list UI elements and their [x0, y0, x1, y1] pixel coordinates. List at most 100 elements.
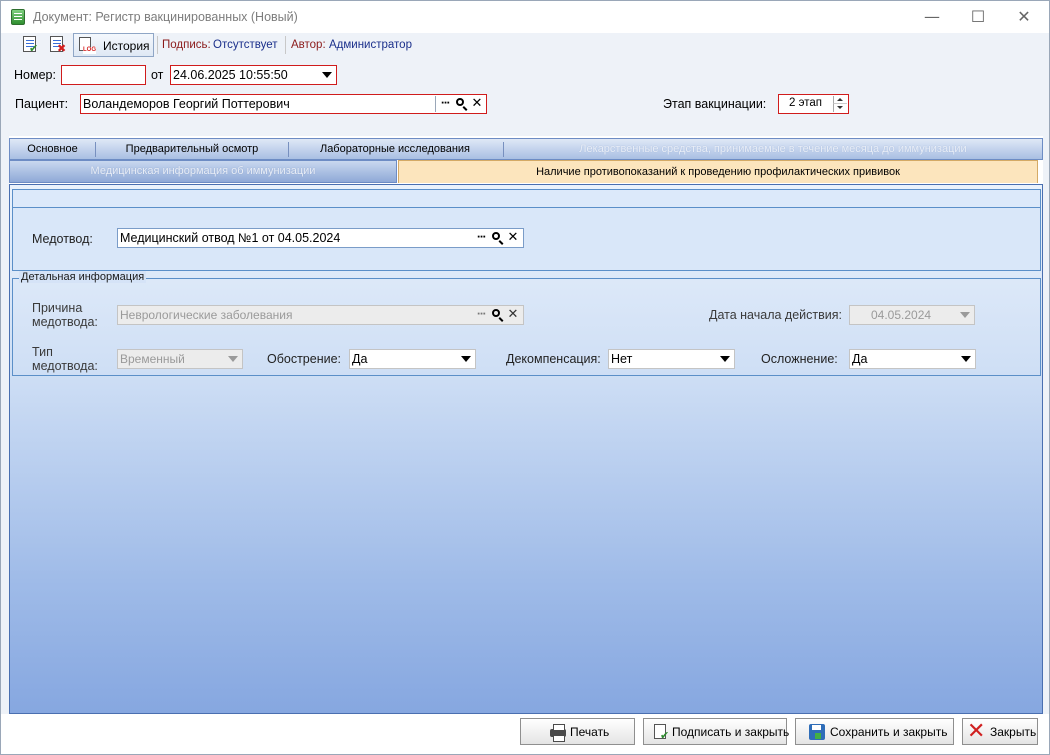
exacerbation-label: Обострение: — [267, 352, 342, 366]
start-date-value: 04.05.2024 — [871, 308, 932, 322]
patient-clear-button[interactable]: ✕ — [469, 96, 485, 112]
tab-row-2: Медицинская информация об иммунизации На… — [9, 160, 1043, 183]
print-button-label: Печать — [570, 725, 610, 739]
decompensation-label: Декомпенсация: — [506, 352, 601, 366]
toolbar: ✔ ✖ LOG История Подпись: Отсутствует Авт… — [9, 33, 1041, 57]
tab-immunization-info[interactable]: Медицинская информация об иммунизации — [9, 160, 397, 183]
vaccination-stage-spinner[interactable]: 2 этап — [778, 94, 849, 114]
chevron-down-icon — [228, 356, 238, 362]
close-window-button[interactable]: ✕ — [1001, 1, 1047, 33]
author-label: Автор: — [291, 39, 326, 51]
medotvod-field[interactable]: Медицинский отвод №1 от 04.05.2024 ··· ✕ — [117, 228, 524, 248]
chevron-down-icon — [322, 72, 332, 78]
log-icon: LOG — [79, 37, 96, 54]
search-icon — [492, 232, 500, 240]
reason-field[interactable]: Неврологические заболевания ··· ✕ — [117, 305, 524, 325]
complication-select[interactable]: Да — [849, 349, 976, 369]
app-document-icon — [11, 9, 25, 25]
check-icon: ✔ — [29, 42, 39, 55]
search-icon — [492, 309, 500, 317]
bottom-button-bar: Печать ✔ Подписать и закрыть Сохранить и… — [1, 714, 1049, 754]
unsign-document-button[interactable]: ✖ — [46, 34, 68, 56]
date-from-label: от — [151, 68, 164, 82]
exacerbation-value: Да — [352, 352, 368, 366]
decompensation-value: Нет — [611, 352, 633, 366]
maximize-button[interactable]: ☐ — [955, 1, 1001, 33]
reason-search-button[interactable] — [489, 307, 505, 323]
tab-medications[interactable]: Лекарственные средства, принимаемые в те… — [504, 139, 1042, 160]
start-date-label: Дата начала действия: — [709, 308, 842, 322]
patient-field[interactable]: Воландеморов Георгий Поттерович ··· ✕ — [80, 94, 487, 114]
toolbar-separator — [157, 36, 158, 54]
reason-label-line1: Причина — [32, 301, 83, 315]
title-bar: Документ: Регистр вакцинированных (Новый… — [1, 1, 1049, 33]
medotvod-value: Медицинский отвод №1 от 04.05.2024 — [120, 231, 341, 245]
close-button-label: Закрыть — [990, 725, 1037, 739]
medotvod-clear-button[interactable]: ✕ — [505, 230, 521, 246]
tab-preliminary-exam[interactable]: Предварительный осмотр — [96, 139, 288, 160]
date-time-value: 24.06.2025 10:55:50 — [173, 68, 288, 82]
sign-and-close-button[interactable]: ✔ Подписать и закрыть — [643, 718, 790, 745]
minimize-button[interactable]: — — [909, 1, 955, 33]
print-button[interactable]: Печать — [520, 718, 635, 745]
medotvod-select-button[interactable]: ··· — [473, 230, 489, 246]
medotvod-label: Медотвод: — [32, 232, 93, 246]
reason-label-line2: медотвода: — [32, 315, 98, 329]
spin-up-button[interactable] — [833, 96, 847, 104]
cross-icon: ✖ — [57, 42, 67, 55]
reason-clear-button[interactable]: ✕ — [505, 307, 521, 323]
type-value: Временный — [120, 352, 185, 366]
spin-down-button[interactable] — [833, 104, 847, 112]
patient-value: Воландеморов Георгий Поттерович — [83, 97, 290, 111]
window-title: Документ: Регистр вакцинированных (Новый… — [33, 10, 298, 24]
reason-value: Неврологические заболевания — [120, 308, 293, 322]
start-date-dropdown[interactable] — [957, 307, 973, 323]
search-icon — [456, 98, 464, 106]
details-group-title: Детальная информация — [19, 271, 147, 283]
chevron-down-icon — [961, 356, 971, 362]
type-dropdown[interactable] — [225, 351, 241, 367]
tab-lab-tests[interactable]: Лабораторные исследования — [289, 139, 501, 160]
number-label: Номер: — [14, 68, 56, 82]
decompensation-select[interactable]: Нет — [608, 349, 735, 369]
document-window: Документ: Регистр вакцинированных (Новый… — [0, 0, 1050, 755]
tab-main[interactable]: Основное — [10, 139, 95, 160]
printer-icon — [549, 723, 567, 742]
history-button-label: История — [103, 39, 150, 53]
chevron-down-icon — [720, 356, 730, 362]
reason-select-button[interactable]: ··· — [473, 307, 489, 323]
exacerbation-dropdown[interactable] — [458, 351, 474, 367]
close-button[interactable]: ✕ Закрыть — [962, 718, 1038, 745]
medotvod-search-button[interactable] — [489, 230, 505, 246]
type-label-line1: Тип — [32, 345, 53, 359]
complication-dropdown[interactable] — [958, 351, 974, 367]
tab-bar: Основное Предварительный осмотр Лаборато… — [9, 136, 1043, 184]
complication-value: Да — [852, 352, 868, 366]
start-date-picker[interactable]: 04.05.2024 — [849, 305, 975, 325]
chevron-down-icon — [960, 312, 970, 318]
medotvod-strip: Медотвод: Медицинский отвод №1 от 04.05.… — [12, 207, 1041, 271]
patient-select-button[interactable]: ··· — [437, 96, 453, 112]
type-select[interactable]: Временный — [117, 349, 243, 369]
tab-contraindications[interactable]: Наличие противопоказаний к проведению пр… — [398, 160, 1038, 183]
tab-row-1: Основное Предварительный осмотр Лаборато… — [9, 138, 1043, 160]
date-dropdown-button[interactable] — [319, 67, 335, 83]
sign-and-close-label: Подписать и закрыть — [672, 725, 790, 739]
sign-status-label: Подпись: — [162, 39, 211, 51]
number-input[interactable] — [61, 65, 146, 85]
panel-header-strip — [12, 189, 1041, 207]
vaccination-stage-value: 2 этап — [789, 97, 822, 109]
complication-label: Осложнение: — [761, 352, 838, 366]
date-time-picker[interactable]: 24.06.2025 10:55:50 — [170, 65, 337, 85]
details-group: Детальная информация Причина медотвода: … — [12, 271, 1041, 376]
decompensation-dropdown[interactable] — [717, 351, 733, 367]
sign-document-button[interactable]: ✔ — [19, 34, 41, 56]
contraindications-panel: Медотвод: Медицинский отвод №1 от 04.05.… — [9, 184, 1043, 714]
save-and-close-button[interactable]: Сохранить и закрыть — [795, 718, 954, 745]
history-button[interactable]: LOG История — [73, 33, 154, 57]
patient-search-button[interactable] — [453, 96, 469, 112]
patient-label: Пациент: — [15, 97, 69, 111]
exacerbation-select[interactable]: Да — [349, 349, 476, 369]
vaccination-stage-label: Этап вакцинации: — [663, 97, 767, 111]
sign-document-icon: ✔ — [652, 723, 670, 741]
